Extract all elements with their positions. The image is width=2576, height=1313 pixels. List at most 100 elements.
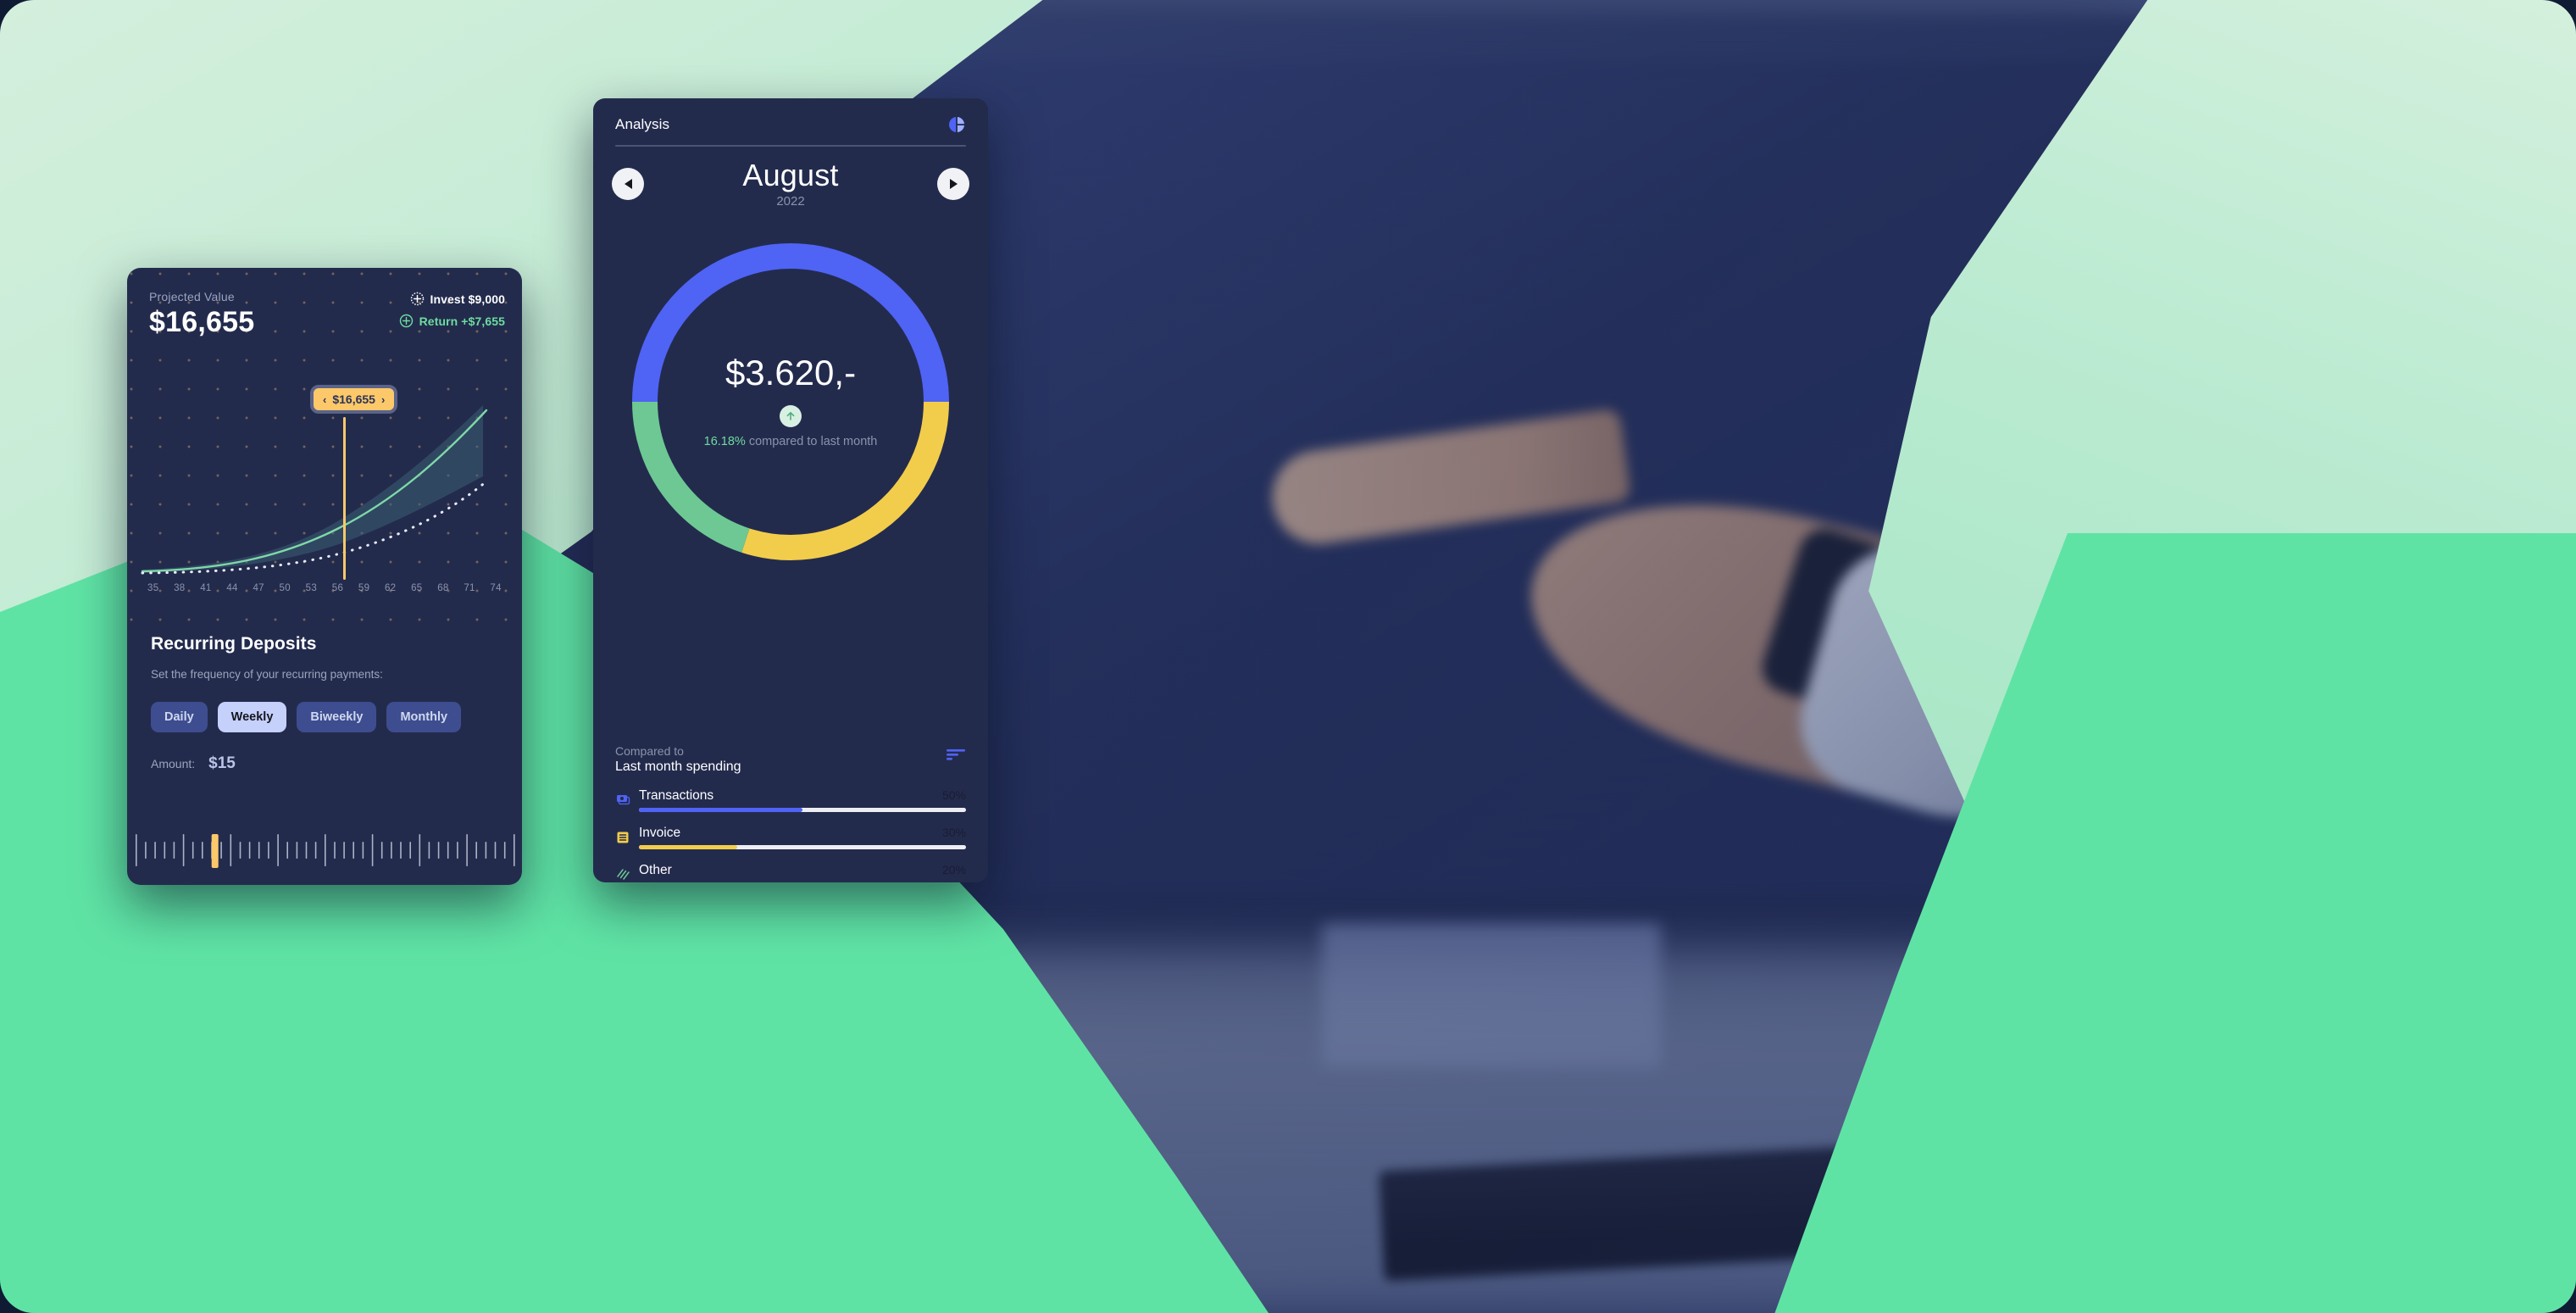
recurring-deposits-section: Recurring Deposits Set the frequency of …: [151, 634, 503, 773]
x-tick: 56: [331, 583, 344, 593]
slider-tick-minor: [220, 842, 222, 859]
amount-slider[interactable]: [127, 831, 522, 875]
current-month: August 2022: [742, 158, 839, 209]
month-year: 2022: [776, 193, 805, 209]
spending-percent: 50%: [941, 788, 966, 802]
previous-month-button[interactable]: [612, 168, 644, 201]
spending-row-invoice[interactable]: Invoice 30%: [615, 826, 966, 849]
slider-tick-major: [230, 834, 232, 866]
slider-tick-major: [514, 834, 515, 866]
spending-percent: 20%: [941, 863, 966, 876]
slider-tick-major: [371, 834, 374, 866]
sort-icon[interactable]: [944, 748, 966, 763]
x-tick: 41: [200, 583, 212, 593]
slider-tick-minor: [409, 842, 411, 859]
slider-tick-major: [277, 834, 279, 866]
chart-value-tooltip[interactable]: ‹ $16,655 ›: [310, 385, 398, 414]
slider-tick-minor: [192, 842, 194, 859]
analysis-card: Analysis August 2022 $3.620,- 16.18% com…: [593, 98, 988, 882]
slider-handle[interactable]: [211, 834, 219, 868]
slider-tick-minor: [286, 842, 288, 859]
cash-icon: [615, 793, 630, 808]
slider-tick-minor: [202, 842, 203, 859]
tooltip-next-icon[interactable]: ›: [381, 393, 385, 406]
pie-chart-icon[interactable]: [947, 115, 966, 134]
circle-plus-dashed-icon: [410, 292, 425, 306]
analysis-title: Analysis: [615, 116, 670, 132]
frequency-tab-biweekly[interactable]: Biweekly: [297, 702, 377, 732]
progress-track: [639, 845, 966, 849]
slider-tick-major: [466, 834, 468, 866]
comparison-section: Compared to Last month spending Transact…: [615, 744, 966, 882]
frequency-tab-monthly[interactable]: Monthly: [386, 702, 462, 732]
chevron-right-icon: [949, 179, 958, 190]
recurring-deposits-title: Recurring Deposits: [151, 634, 317, 654]
slider-tick-minor: [428, 842, 430, 859]
tooltip-value: $16,655: [332, 392, 375, 406]
slider-tick-minor: [296, 842, 298, 859]
x-tick: 35: [147, 583, 159, 593]
frequency-tab-weekly[interactable]: Weekly: [217, 702, 287, 732]
slider-tick-minor: [353, 842, 354, 859]
x-tick: 50: [279, 583, 291, 593]
donut-center-content: $3.620,- 16.18% compared to last month: [613, 224, 969, 580]
invest-stat-row[interactable]: Invest $9,000: [399, 292, 505, 306]
slider-tick-major: [182, 834, 185, 866]
slider-tick-minor: [485, 842, 487, 859]
return-stat-label: Return +$7,655: [419, 314, 505, 328]
analysis-header: Analysis: [593, 98, 988, 134]
slider-tick-minor: [248, 842, 251, 859]
slider-tick-minor: [154, 842, 156, 859]
projected-value-card: Projected Value $16,655 Invest $9,000 Re…: [127, 268, 522, 885]
spending-label: Other: [639, 863, 672, 877]
slider-tick-minor: [145, 842, 147, 859]
slider-tick-minor: [173, 842, 175, 859]
donut-change-text: compared to last month: [745, 435, 878, 449]
spending-label: Transactions: [639, 788, 714, 803]
hatch-icon: [615, 867, 630, 882]
tooltip-prev-icon[interactable]: ‹: [323, 393, 326, 406]
slider-tick-major: [419, 834, 421, 866]
progress-fill: [639, 845, 737, 849]
amount-row: Amount: $15: [151, 754, 503, 773]
month-navigator: August 2022: [593, 147, 988, 209]
slider-tick-minor: [305, 842, 308, 859]
amount-label: Amount:: [151, 757, 196, 771]
recurring-deposits-subtitle: Set the frequency of your recurring paym…: [151, 668, 383, 681]
invest-stat-label: Invest $9,000: [430, 292, 505, 306]
slider-tick-minor: [334, 842, 336, 859]
slider-tick-minor: [343, 842, 345, 859]
slider-tick-minor: [457, 842, 458, 859]
slider-tick-minor: [475, 842, 477, 859]
next-month-button[interactable]: [937, 168, 969, 201]
slider-tick-minor: [164, 842, 166, 859]
slider-tick-major: [325, 834, 326, 866]
x-tick: 62: [384, 583, 397, 593]
month-name: August: [742, 158, 839, 192]
projected-value-header: Projected Value $16,655: [149, 290, 254, 339]
circle-plus-icon: [399, 314, 414, 328]
spending-row-other[interactable]: Other 20%: [615, 863, 966, 882]
x-tick: 44: [226, 583, 238, 593]
comparison-eyebrow: Compared to: [615, 744, 684, 758]
progress-track: [639, 808, 966, 812]
progress-fill: [639, 808, 802, 812]
return-stat-row[interactable]: Return +$7,655: [399, 314, 505, 328]
slider-tick-minor: [314, 842, 317, 859]
frequency-tab-group: Daily Weekly Biweekly Monthly: [151, 702, 503, 732]
slider-tick-minor: [239, 842, 242, 859]
frequency-tab-daily[interactable]: Daily: [151, 702, 208, 732]
confidence-band: [142, 405, 483, 573]
amount-value: $15: [208, 754, 236, 772]
spending-row-transactions[interactable]: Transactions 50%: [615, 788, 966, 812]
x-tick: 59: [358, 583, 370, 593]
slider-tick-minor: [400, 842, 402, 859]
comparison-header: Compared to Last month spending: [615, 744, 966, 775]
spending-donut-chart[interactable]: $3.620,- 16.18% compared to last month: [613, 224, 969, 580]
slider-tick-minor: [362, 842, 364, 859]
slider-tick-minor: [447, 842, 449, 859]
projected-value-label: Projected Value: [149, 290, 235, 303]
donut-change-percent: 16.18%: [703, 435, 746, 449]
x-tick: 71: [464, 583, 475, 593]
chart-value-marker-line: [343, 417, 346, 580]
